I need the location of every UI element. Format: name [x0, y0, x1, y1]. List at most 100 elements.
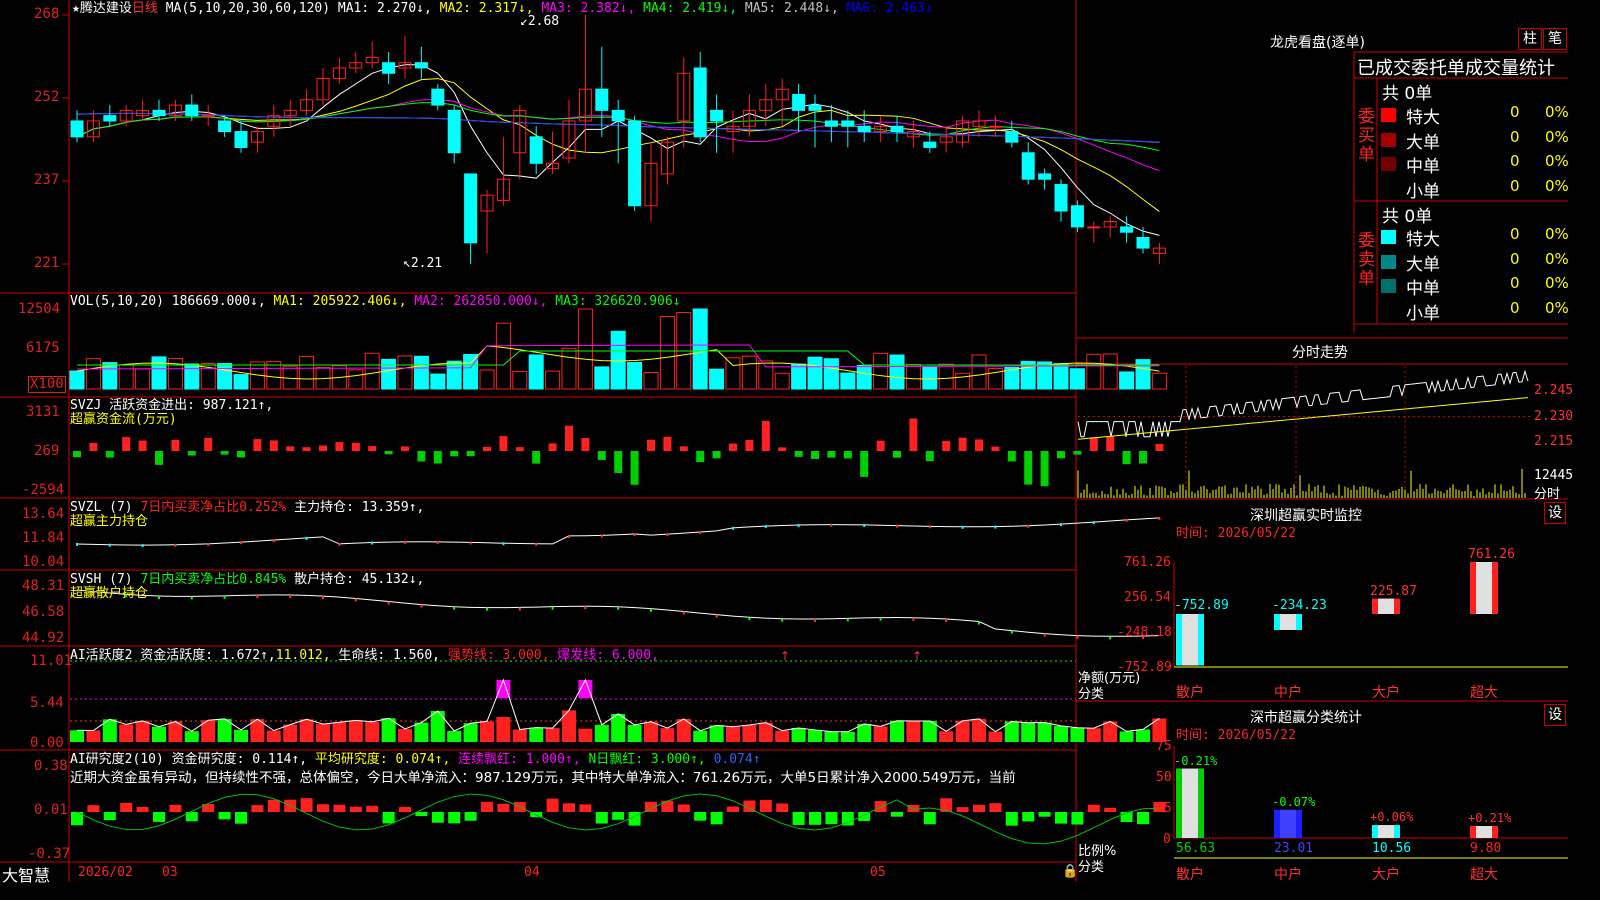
monitor-time: 时间: 2026/05/22 [1176, 526, 1296, 541]
candle-body [808, 104, 822, 111]
ma-value-1: MA1: 2.270↓, [337, 1, 432, 16]
lock-icon[interactable]: 🔒 [1062, 864, 1078, 879]
classify-bar-highlight [1182, 768, 1198, 838]
retail-holding-marker [486, 607, 488, 611]
monitor-bar-label: -752.89 [1174, 598, 1229, 613]
activity-bar [283, 724, 298, 742]
retail-holding-marker [289, 595, 292, 599]
volume-unit-label: X100 [28, 376, 66, 393]
price-axis-label: 237 [34, 172, 60, 188]
fund-flow-axis-label: 3131 [26, 404, 60, 420]
research-bar [1137, 812, 1149, 825]
order-size-label: 大单 [1406, 132, 1440, 153]
monitor-title: 深圳超赢实时监控 [1250, 508, 1362, 524]
volume-bar [545, 370, 561, 390]
fund-flow-bar [679, 446, 688, 451]
classify-value: 56.63 [1176, 841, 1216, 856]
candle-body [824, 120, 838, 127]
main-holding-marker [108, 543, 111, 547]
period-label[interactable]: 日线 [132, 1, 158, 16]
retail-holding-marker [551, 606, 554, 610]
volume-bar [577, 308, 593, 390]
fund-flow-bar [712, 451, 721, 459]
activity-bar [545, 728, 560, 742]
activity-bar [1136, 729, 1150, 742]
volume-bar [69, 370, 85, 390]
main-holding-marker [76, 543, 78, 546]
monitor-settings-button[interactable]: 设 [1544, 502, 1566, 524]
volume-bar [512, 371, 528, 390]
volume-bar [741, 355, 757, 390]
retail-holding-marker [912, 617, 915, 621]
volume-bar [1053, 363, 1069, 390]
candle-body [1038, 173, 1052, 180]
research-bar [759, 800, 772, 812]
main-holding-marker [338, 542, 341, 546]
retail-holding-marker [846, 618, 849, 622]
fund-flow-bar [466, 451, 475, 457]
intraday-axis-label: 2.245 [1534, 383, 1574, 398]
activity-bar [824, 731, 839, 742]
fund-flow-bar [745, 439, 754, 451]
research-bar [1055, 812, 1067, 824]
candle-body [218, 120, 232, 133]
order-percent: 0% [1545, 274, 1569, 292]
monitor-category-label: 分类 [1078, 687, 1105, 702]
date-axis-label: 2026/02 [78, 865, 133, 880]
classify-settings-button[interactable]: 设 [1544, 704, 1566, 726]
tab-column-view[interactable]: 柱 [1518, 28, 1542, 50]
activity-bar [988, 731, 1003, 742]
retail-holding-marker [617, 606, 620, 610]
tab-pen-view[interactable]: 笔 [1543, 28, 1567, 50]
classify-title: 深市超赢分类统计 [1250, 710, 1362, 726]
fund-flow-bar [811, 451, 819, 459]
activity-bar [480, 721, 494, 742]
fund-flow-bar [433, 451, 442, 464]
candle-body [710, 109, 724, 122]
main-chart-svg[interactable]: ↑ ↑ [0, 0, 1568, 882]
retail-holding-marker [256, 595, 259, 599]
activity-bar [1119, 731, 1134, 742]
main-holding-marker [1027, 524, 1030, 528]
fund-flow-bar [155, 451, 163, 465]
activity-bar [496, 716, 511, 742]
volume-bar [971, 354, 987, 390]
research-bar [235, 812, 247, 824]
candle-body [611, 109, 625, 122]
stock-name[interactable]: 腾达建设 [80, 1, 132, 16]
candle-body [234, 131, 248, 148]
order-size-label: 特大 [1406, 230, 1440, 250]
fund-flow-bar [581, 437, 590, 451]
order-size-label: 特大 [1406, 108, 1440, 128]
activity-bar [627, 724, 642, 742]
fund-flow-axis-label: -2594 [22, 482, 65, 498]
fund-flow-bar [515, 447, 524, 451]
retail-holding-marker [453, 606, 456, 610]
activity-bar [873, 726, 888, 742]
fund-flow-bar [729, 443, 737, 451]
activity-axis-label: 5.44 [30, 695, 64, 711]
fund-flow-bar [630, 451, 639, 485]
classify-bar-highlight [1378, 825, 1394, 838]
fund-flow-bar [237, 451, 245, 458]
fund-flow-bar [794, 451, 803, 457]
classify-delta: -0.07% [1272, 794, 1316, 809]
activity-bar [1021, 722, 1036, 742]
intraday-volume-label: 12445 [1534, 468, 1574, 483]
classify-category: 散户 [1176, 867, 1204, 883]
order-count: 0 [1510, 176, 1520, 195]
fund-flow-bar [335, 442, 344, 451]
volume-bar [905, 363, 921, 390]
main-holding-marker [830, 523, 833, 527]
retail-holding-marker [748, 617, 751, 621]
fund-flow-bar [171, 439, 180, 451]
volume-bar [692, 308, 708, 390]
fund-flow-bar [138, 440, 147, 451]
sell-orders-label: 委卖单 [1358, 231, 1375, 289]
research-bar [727, 806, 739, 812]
volume-bar [184, 363, 200, 390]
retail-holding-marker [584, 606, 587, 610]
fund-flow-bar [351, 442, 360, 451]
volume-bar [528, 354, 544, 390]
fund-flow-bar [269, 440, 278, 451]
